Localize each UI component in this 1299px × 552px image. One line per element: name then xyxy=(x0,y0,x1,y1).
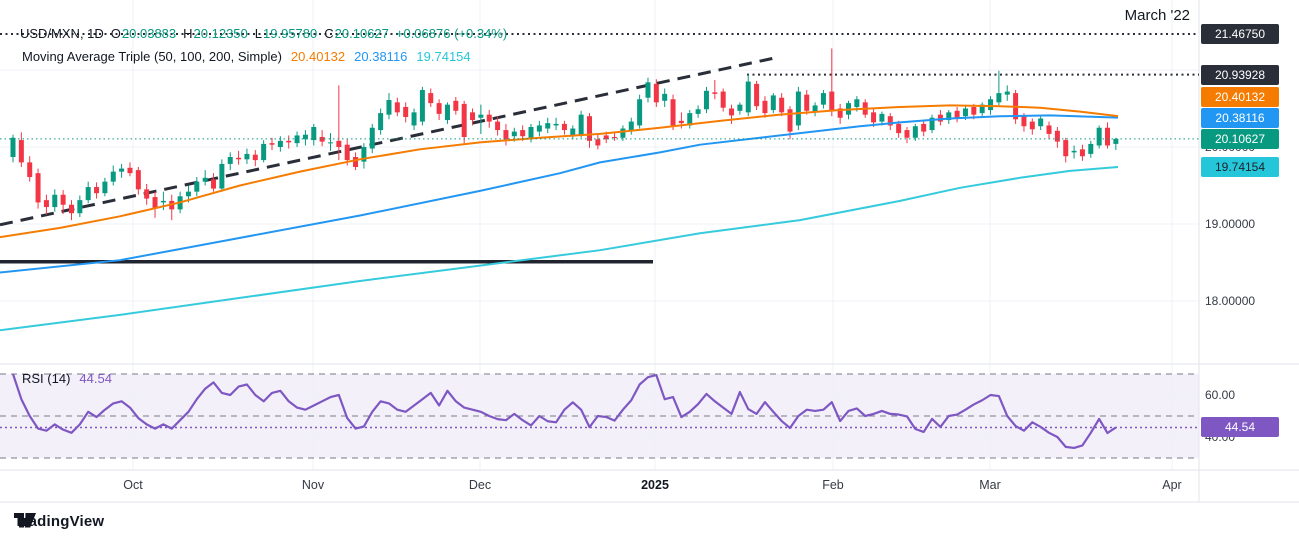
time-axis-label-dec: Dec xyxy=(448,478,512,492)
ma-indicator-title[interactable]: Moving Average Triple (50, 100, 200, Sim… xyxy=(22,49,282,64)
price-axis-label: 18.00000 xyxy=(1205,293,1255,309)
ma200-line[interactable] xyxy=(0,167,1118,330)
rsi-indicator-legend[interactable]: RSI (14) 44.54 xyxy=(22,371,112,386)
ma200-value: 19.74154 xyxy=(416,49,470,64)
rsi-indicator-title[interactable]: RSI (14) xyxy=(22,371,70,386)
annotation-march-22[interactable]: March '22 xyxy=(1058,7,1190,24)
time-axis-label-mar: Mar xyxy=(958,478,1022,492)
price-badge: 20.38116 xyxy=(1201,108,1279,128)
tradingview-mark-icon xyxy=(14,513,36,528)
change-value: +0.06876 (+0.34%) xyxy=(396,26,507,41)
ohlc-close: C20.10627 xyxy=(324,26,389,41)
time-axis-label-feb: Feb xyxy=(801,478,865,492)
price-badge: 20.93928 xyxy=(1201,65,1279,85)
rsi-axis-label: 60.00 xyxy=(1205,387,1235,403)
price-axis-label: 19.00000 xyxy=(1205,216,1255,232)
rsi-badge: 44.54 xyxy=(1201,417,1279,437)
ohlc-high: H20.12350 xyxy=(183,26,248,41)
trendline-drawing[interactable] xyxy=(0,58,776,225)
tradingview-logo[interactable]: TradingView xyxy=(14,513,104,530)
ohlc-open: O20.03883 xyxy=(111,26,176,41)
time-axis-label-nov: Nov xyxy=(281,478,345,492)
price-badge: 20.40132 xyxy=(1201,87,1279,107)
price-badge: 19.74154 xyxy=(1201,157,1279,177)
symbol-title[interactable]: USD/MXN, 1D xyxy=(20,26,104,41)
ma100-value: 20.38116 xyxy=(354,49,407,64)
rsi-value: 44.54 xyxy=(79,371,112,386)
ma-indicator-legend[interactable]: Moving Average Triple (50, 100, 200, Sim… xyxy=(22,49,471,64)
symbol-legend[interactable]: USD/MXN, 1D O20.03883 H20.12350 L19.9578… xyxy=(20,26,507,41)
price-badge: 20.10627 xyxy=(1201,129,1279,149)
time-axis[interactable]: Oct Nov Dec 2025 Feb Mar Apr xyxy=(0,470,1299,502)
ohlc-low: L19.95780 xyxy=(255,26,317,41)
ma50-value: 20.40132 xyxy=(291,49,345,64)
time-axis-label-apr: Apr xyxy=(1140,478,1204,492)
tradingview-chart-window: USD/MXN, 1D O20.03883 H20.12350 L19.9578… xyxy=(0,0,1299,552)
ma50-line[interactable] xyxy=(0,105,1118,237)
time-axis-label-oct: Oct xyxy=(101,478,165,492)
time-axis-label-2025: 2025 xyxy=(623,478,687,492)
price-badge: 21.46750 xyxy=(1201,24,1279,44)
price-axis[interactable]: 20.0000019.0000018.0000060.0040.0021.467… xyxy=(1199,0,1299,502)
